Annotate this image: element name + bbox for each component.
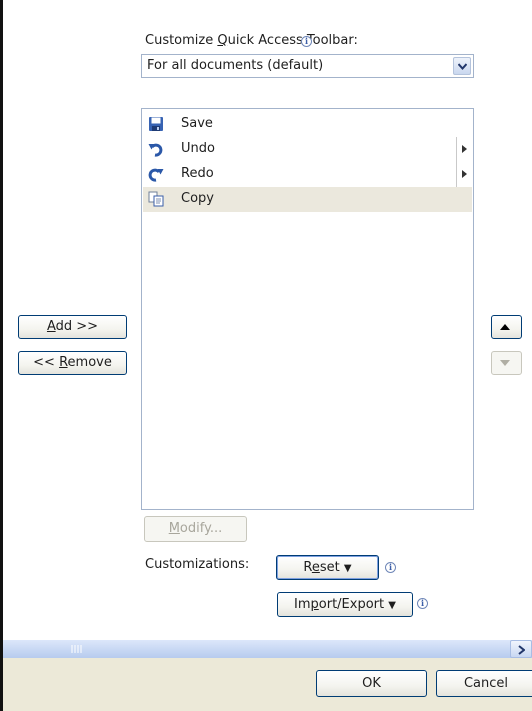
chevron-down-icon[interactable] <box>453 57 471 75</box>
reset-label: set <box>319 560 340 575</box>
import-export-prefix: Im <box>294 597 311 612</box>
add-button[interactable]: Add >> <box>18 315 127 339</box>
submenu-arrow-icon[interactable] <box>456 137 473 162</box>
list-item[interactable]: Copy <box>143 187 472 212</box>
dropdown-arrow-icon: ▼ <box>343 563 352 574</box>
modify-label: odify... <box>179 521 223 536</box>
import-export-label: ort/Export <box>318 597 385 612</box>
remove-button[interactable]: << Remove <box>18 351 127 375</box>
info-icon[interactable]: i <box>301 36 312 47</box>
modify-mnemonic: M <box>168 521 180 536</box>
remove-prefix: << <box>33 355 60 370</box>
scroll-right-button[interactable] <box>510 640 532 658</box>
label-prefix: Customize <box>145 33 218 48</box>
window-left-border <box>0 0 3 711</box>
reset-button[interactable]: Reset ▼ <box>276 555 379 580</box>
move-down-button[interactable] <box>491 351 522 375</box>
import-export-mnemonic: p <box>310 597 319 612</box>
scope-select[interactable]: For all documents (default) <box>141 54 474 78</box>
customize-toolbar-label: Customize Quick Access Toolbar: <box>145 33 358 48</box>
scope-select-value: For all documents (default) <box>147 58 324 73</box>
info-icon[interactable]: i <box>385 562 396 573</box>
import-export-button[interactable]: Import/Export ▼ <box>277 592 413 617</box>
arrow-up-icon <box>500 324 510 330</box>
scrollbar-thumb[interactable] <box>3 640 496 658</box>
info-icon[interactable]: i <box>417 598 428 609</box>
chevron-right-icon <box>518 645 525 655</box>
ok-button[interactable]: OK <box>316 670 427 697</box>
move-up-button[interactable] <box>491 315 522 339</box>
submenu-arrow-icon[interactable] <box>456 162 473 187</box>
list-item-label: Copy <box>181 191 214 206</box>
list-item-label: Undo <box>181 141 215 156</box>
toolbar-commands-list[interactable]: Save Undo Redo Copy <box>141 108 474 510</box>
grip-icon <box>71 645 82 653</box>
save-icon <box>148 116 164 132</box>
label-suffix: uick Access Toolbar: <box>227 33 358 48</box>
remove-label: emove <box>67 355 112 370</box>
label-mnemonic: Q <box>217 33 228 48</box>
reset-mnemonic: e <box>311 560 320 575</box>
list-item[interactable]: Undo <box>143 137 472 162</box>
horizontal-scrollbar[interactable] <box>3 640 532 658</box>
copy-icon <box>148 191 164 207</box>
list-item-label: Redo <box>181 166 214 181</box>
reset-prefix: R <box>303 560 312 575</box>
undo-icon <box>148 141 164 157</box>
list-item-label: Save <box>181 116 213 131</box>
dialog-footer: OK Cancel <box>3 658 532 711</box>
list-item[interactable]: Save <box>143 112 472 137</box>
dropdown-arrow-icon: ▼ <box>388 600 396 611</box>
remove-mnemonic: R <box>59 355 68 370</box>
cancel-button[interactable]: Cancel <box>436 670 532 697</box>
modify-button[interactable]: Modify... <box>144 516 247 542</box>
redo-icon <box>148 166 164 182</box>
customizations-label: Customizations: <box>145 557 250 572</box>
add-mnemonic: A <box>46 319 56 334</box>
add-label: dd >> <box>55 319 99 334</box>
arrow-down-icon <box>500 360 510 366</box>
list-item[interactable]: Redo <box>143 162 472 187</box>
